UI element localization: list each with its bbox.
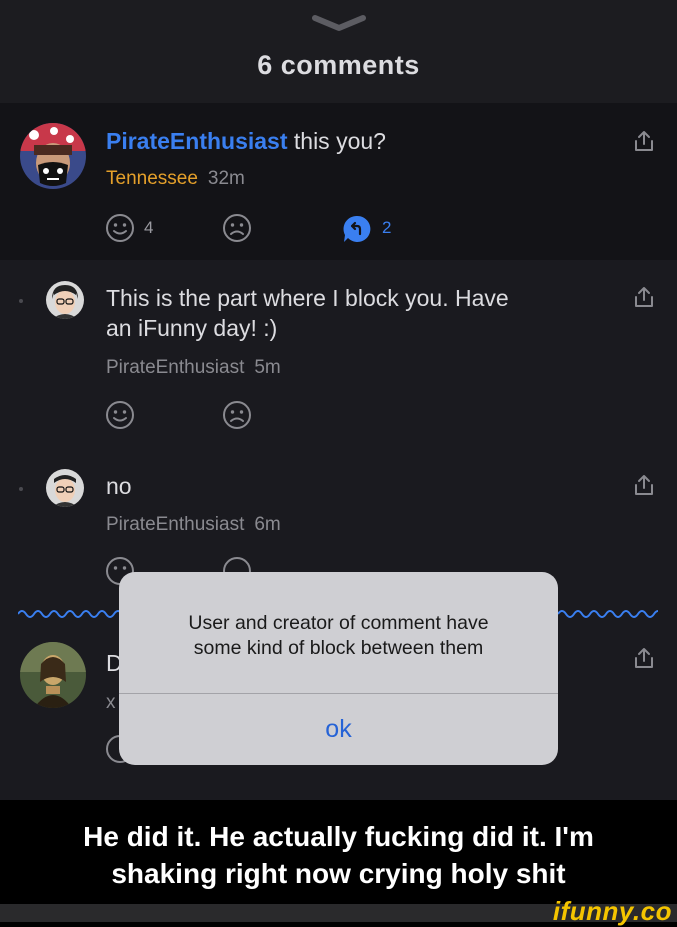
reply-bubble-icon[interactable] xyxy=(342,214,372,244)
comment-author[interactable]: PirateEnthusiast xyxy=(106,514,244,535)
avatar[interactable] xyxy=(46,281,84,319)
comment-meta: PirateEnthusiast 6m xyxy=(106,514,281,536)
comment-username[interactable]: PirateEnthusiast xyxy=(106,128,288,154)
caption-line1: He did it. He actually fucking did it. I… xyxy=(83,821,594,852)
comment-body: no xyxy=(106,473,132,499)
comment-row[interactable]: PirateEnthusiast this you? Tennessee 32m … xyxy=(0,103,677,260)
thread-dot xyxy=(19,299,23,303)
share-icon[interactable] xyxy=(633,646,655,670)
share-icon[interactable] xyxy=(633,473,655,497)
alert-dialog: User and creator of comment have some ki… xyxy=(119,572,558,765)
comment-location: Tennessee xyxy=(106,168,198,189)
comment-meta: PirateEnthusiast 5m xyxy=(106,357,281,379)
caption-text: He did it. He actually fucking did it. I… xyxy=(0,818,677,892)
comment-body-line2: an iFunny day! :) xyxy=(106,315,278,341)
frown-icon[interactable] xyxy=(222,400,252,430)
avatar[interactable] xyxy=(20,123,86,189)
reply-count[interactable]: 2 xyxy=(382,218,391,238)
comment-time: 6m xyxy=(254,514,281,535)
ok-button[interactable]: ok xyxy=(119,694,558,765)
alert-message-line1: User and creator of comment have xyxy=(188,612,489,634)
meme-caption: He did it. He actually fucking did it. I… xyxy=(0,800,677,904)
avatar[interactable] xyxy=(20,642,86,708)
new-comments-divider xyxy=(18,610,120,618)
alert-message: User and creator of comment have some ki… xyxy=(119,611,558,661)
comment-meta: Tennessee 32m xyxy=(106,168,245,190)
comment-text: PirateEnthusiast this you? xyxy=(106,126,386,156)
comments-header: 6 comments xyxy=(0,0,677,103)
comment-author[interactable]: PirateEnthusiast xyxy=(106,357,244,378)
smile-icon[interactable] xyxy=(105,400,135,430)
comment-body: This is the part where I block you. Have xyxy=(106,285,509,311)
comments-screen: 6 comments PirateEnthusiast this you? Te… xyxy=(0,0,677,800)
comments-title: 6 comments xyxy=(257,50,420,80)
share-icon[interactable] xyxy=(633,129,655,153)
comment-time: 32m xyxy=(207,168,245,189)
comment-time: 5m xyxy=(254,357,281,378)
comment-body: this you? xyxy=(293,128,386,154)
share-icon[interactable] xyxy=(633,285,655,309)
new-comments-divider xyxy=(558,610,658,618)
smile-icon[interactable] xyxy=(105,213,135,243)
frown-icon[interactable] xyxy=(222,213,252,243)
watermark-logo: ifunny.co xyxy=(552,896,672,926)
comment-meta: x xyxy=(106,692,116,713)
caption-line2: shaking right now crying holy shit xyxy=(111,858,566,889)
smile-count: 4 xyxy=(144,218,154,237)
alert-message-line2: some kind of block between them xyxy=(193,637,484,659)
thread-dot xyxy=(19,487,23,491)
avatar[interactable] xyxy=(46,469,84,507)
chevron-down-icon[interactable] xyxy=(312,14,366,32)
